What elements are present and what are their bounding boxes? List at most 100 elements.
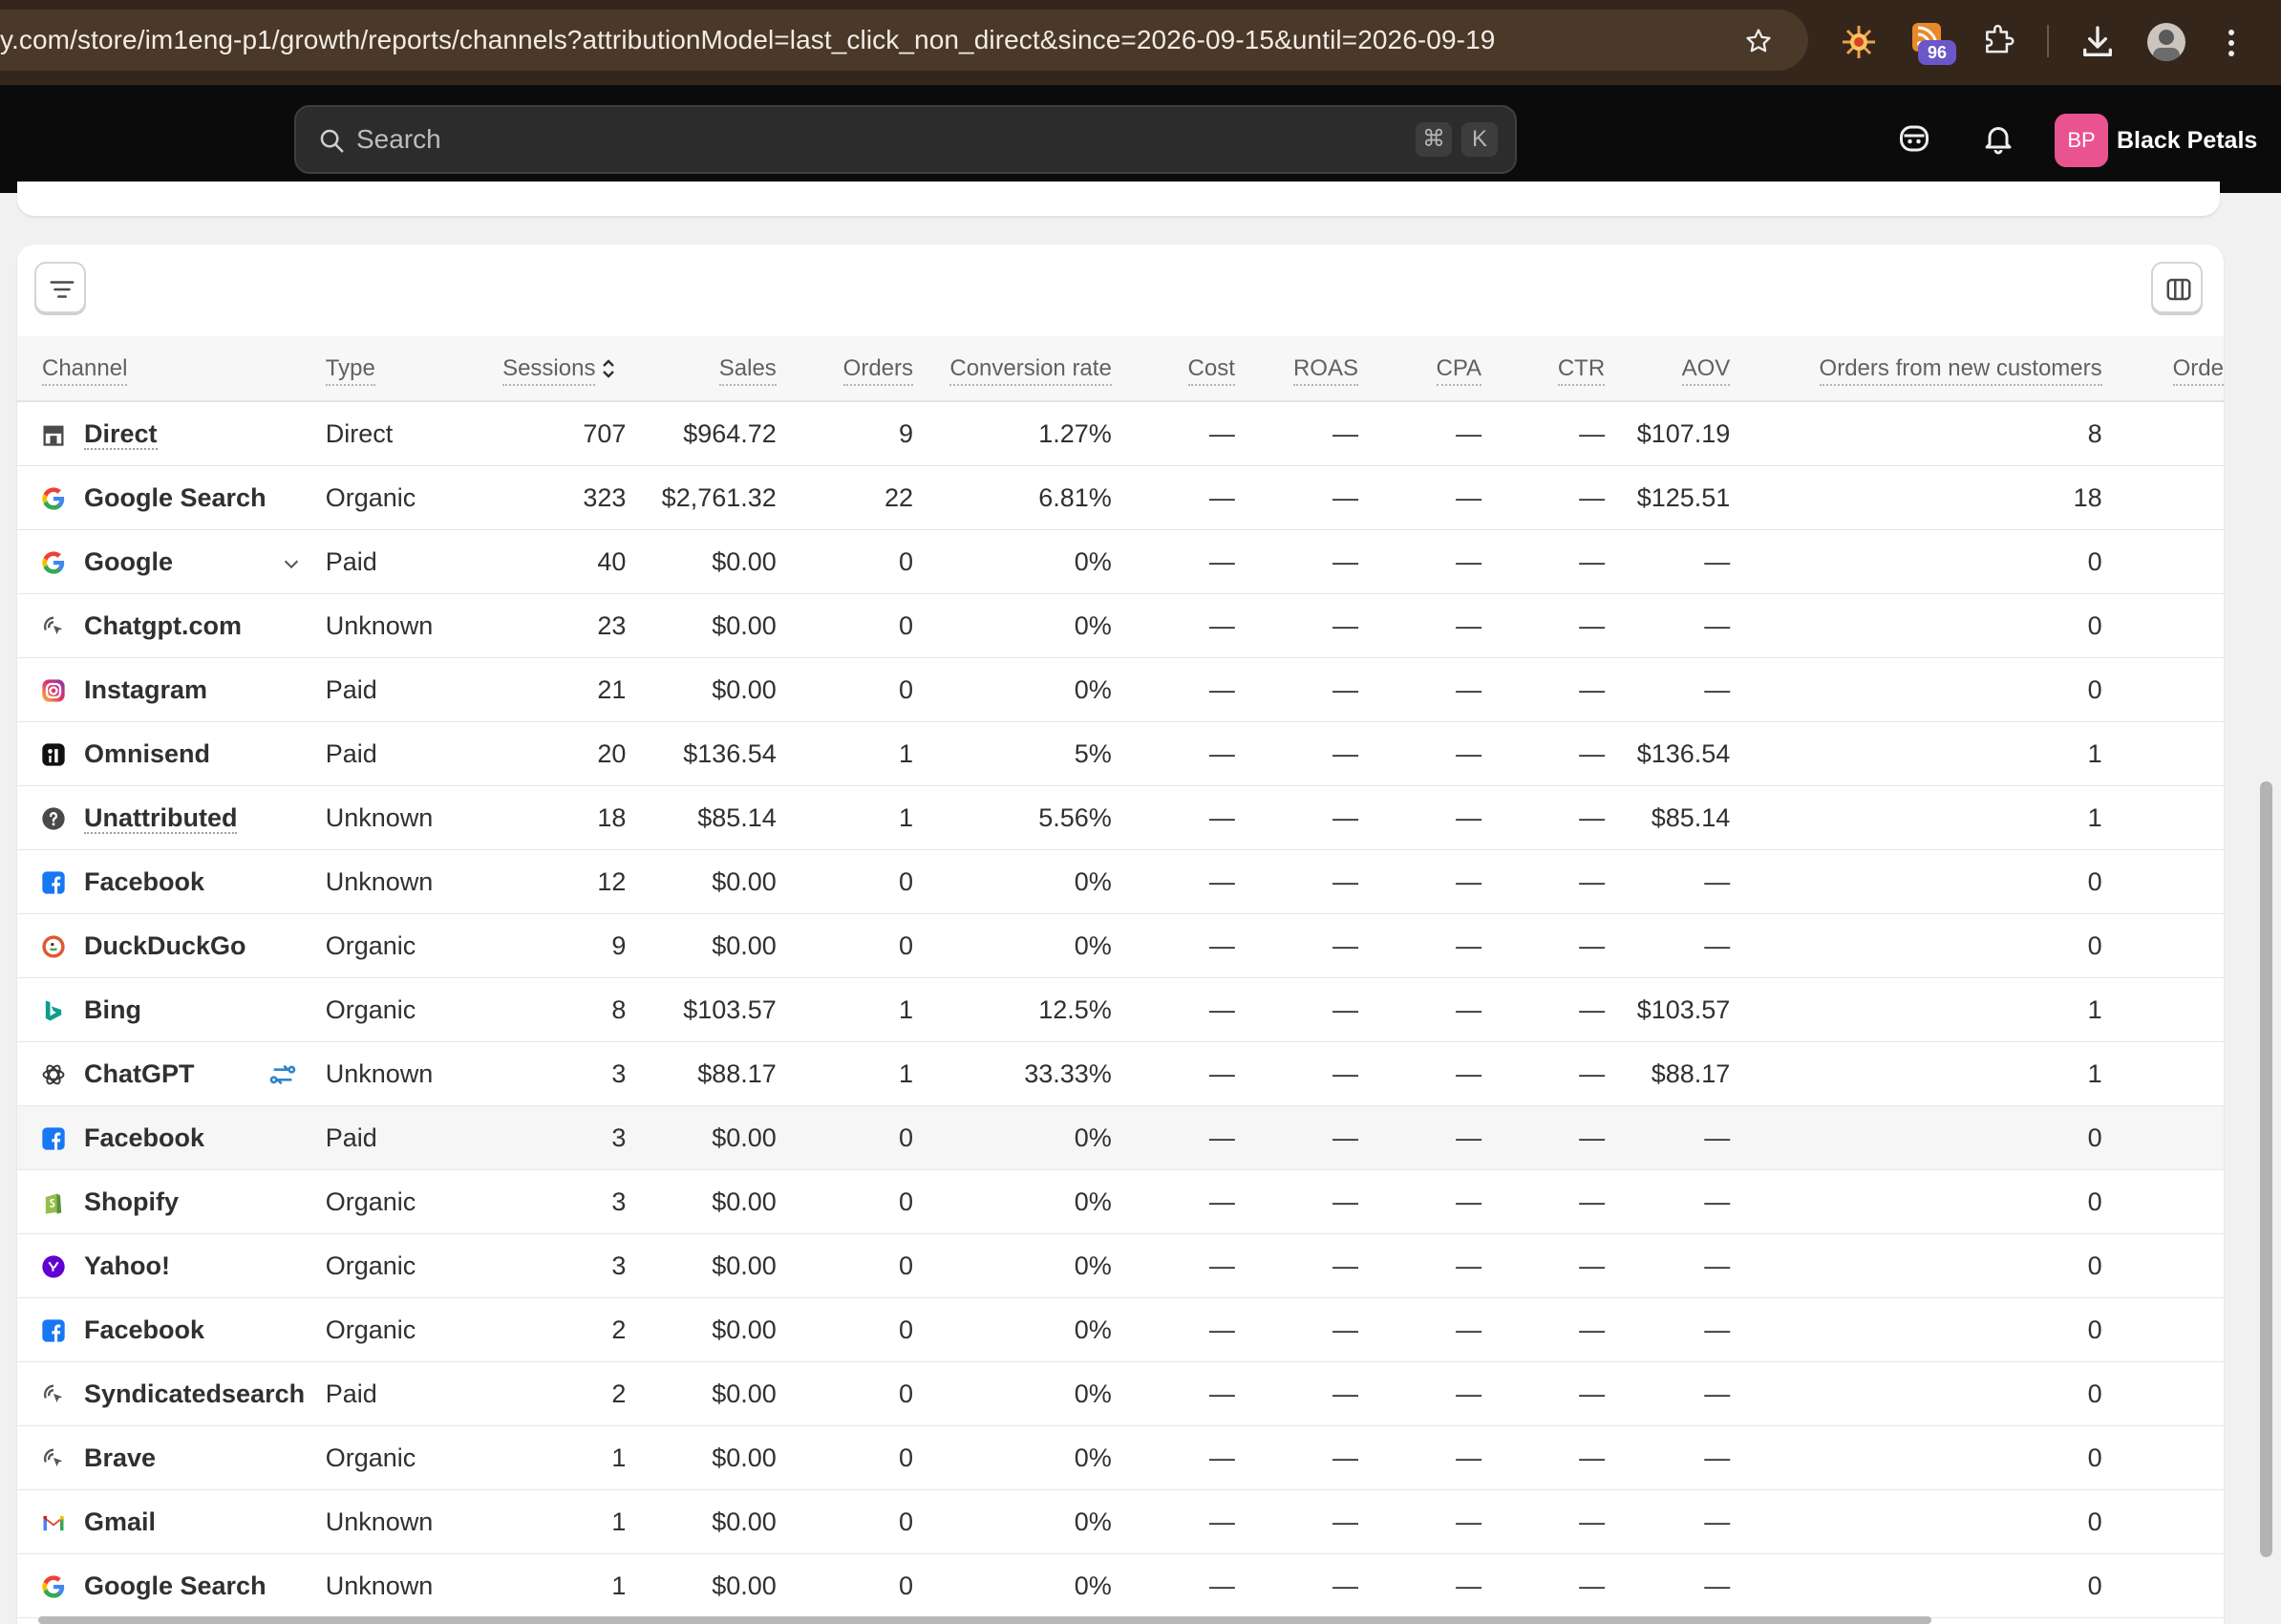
table-row[interactable]: Syndicatedsearch Paid 2 $0.00 0 0% — — — — —0 [17, 1361, 2224, 1426]
cell-channel[interactable]: Omnisend [17, 721, 326, 786]
channel-name[interactable]: Direct [84, 402, 158, 465]
cell-channel[interactable]: Bing [17, 977, 326, 1042]
col-header-orders[interactable]: Orders [776, 336, 914, 402]
store-name[interactable]: Black Petals [2117, 114, 2257, 167]
url-text[interactable]: y.com/store/im1eng-p1/growth/reports/cha… [0, 10, 1495, 71]
puzzle-extensions-icon[interactable] [1981, 23, 2017, 59]
cell-sessions: 18 [470, 785, 627, 850]
channel-name[interactable]: Bing [84, 978, 141, 1041]
channel-name[interactable]: ChatGPT [84, 1042, 195, 1105]
search-input[interactable]: Search ⌘ K [294, 105, 1517, 174]
table-row[interactable]: Google Search Organic 323 $2,761.32 22 6.81% —… [17, 465, 2224, 530]
horizontal-scrollbar[interactable] [38, 1616, 1931, 1624]
channel-name[interactable]: Shopify [84, 1170, 179, 1233]
cell-orders: 0 [776, 913, 914, 978]
table-row[interactable]: Shopify Organic 3 $0.00 0 0% — — — — —0 [17, 1169, 2224, 1234]
cell-conv: 33.33% [913, 1041, 1112, 1106]
col-header-sales[interactable]: Sales [626, 336, 777, 402]
cell-cpa: — [1357, 1169, 1482, 1234]
columns-button[interactable] [2151, 262, 2203, 313]
cell-channel[interactable]: Facebook [17, 1105, 326, 1170]
col-header-conversion-rate[interactable]: Conversion rate [913, 336, 1112, 402]
col-header-sessions[interactable]: Sessions [470, 336, 627, 402]
col-header-orders-2[interactable]: Orders [2101, 336, 2224, 402]
cell-channel[interactable]: DuckDuckGo [17, 913, 326, 978]
vertical-scrollbar[interactable] [2260, 781, 2272, 1557]
table-row[interactable]: Yahoo! Organic 3 $0.00 0 0% — — — — —0 [17, 1233, 2224, 1298]
notification-bell-icon[interactable] [1981, 121, 2015, 156]
sun-extension-icon[interactable] [1840, 23, 1878, 61]
assistant-face-icon[interactable] [1897, 121, 1931, 156]
table-row[interactable]: Brave Organic 1 $0.00 0 0% — — — — —0 [17, 1425, 2224, 1490]
cell-channel[interactable]: Brave [17, 1425, 326, 1490]
table-row[interactable]: Unattributed Unknown 18 $85.14 1 5.56% — — — — $85… [17, 785, 2224, 850]
profile-avatar[interactable] [2147, 23, 2185, 61]
store-avatar[interactable]: BP [2055, 114, 2108, 167]
cell-cost: — [1111, 913, 1235, 978]
download-icon[interactable] [2078, 23, 2117, 61]
table-row[interactable]: Google Paid 40 $0.00 0 0% — — — — —0 [17, 529, 2224, 594]
table-row[interactable]: Omnisend Paid 20 $136.54 1 5% — — — — $136.54 1 [17, 721, 2224, 786]
address-bar[interactable]: y.com/store/im1eng-p1/growth/reports/cha… [0, 10, 1808, 71]
cell-channel[interactable]: Chatgpt.com [17, 593, 326, 658]
table-row[interactable]: ChatGPT Unknown 3 $88.17 1 33.33% — — — — $88.17 1 [17, 1041, 2224, 1106]
channel-name[interactable]: Yahoo! [84, 1234, 170, 1297]
cell-channel[interactable]: Direct [17, 401, 326, 466]
channel-name[interactable]: Google [84, 530, 173, 593]
col-header-ctr[interactable]: CTR [1482, 336, 1606, 402]
col-header-cost[interactable]: Cost [1111, 336, 1235, 402]
col-header-new-customer-orders[interactable]: Orders from new customers [1730, 336, 2102, 402]
channel-name[interactable]: Facebook [84, 1298, 204, 1361]
table-row[interactable]: Instagram Paid 21 $0.00 0 0% — — — — —0 [17, 657, 2224, 722]
cell-channel[interactable]: Facebook [17, 849, 326, 914]
table-row[interactable]: DuckDuckGo Organic 9 $0.00 0 0% — — — — —0 [17, 913, 2224, 978]
chevron-down-icon[interactable] [281, 553, 302, 574]
col-header-roas[interactable]: ROAS [1234, 336, 1358, 402]
col-header-aov[interactable]: AOV [1605, 336, 1731, 402]
channel-name[interactable]: Brave [84, 1426, 156, 1489]
kebab-menu-icon[interactable] [2224, 27, 2239, 61]
cell-channel[interactable]: Shopify [17, 1169, 326, 1234]
channel-name[interactable]: Instagram [84, 658, 207, 721]
question-icon [40, 805, 67, 832]
table-row[interactable]: Google Search Unknown 1 $0.00 0 0% — — — — —0 [17, 1553, 2224, 1618]
channel-name[interactable]: Unattributed [84, 786, 238, 849]
table-row[interactable]: Bing Organic 8 $103.57 1 12.5% — — — — $103.57 1 [17, 977, 2224, 1042]
table-row[interactable]: Facebook Paid 3 $0.00 0 0% — — — — —0 [17, 1105, 2224, 1170]
channel-name[interactable]: Facebook [84, 1106, 204, 1169]
cell-channel[interactable]: ChatGPT [17, 1041, 326, 1106]
col-header-channel[interactable]: Channel [17, 336, 326, 402]
col-header-type[interactable]: Type [325, 336, 471, 402]
cell-orders-2 [2101, 1361, 2224, 1426]
channel-name[interactable]: Facebook [84, 850, 204, 913]
cell-ctr: — [1482, 977, 1606, 1042]
cell-channel[interactable]: Facebook [17, 1297, 326, 1362]
cell-channel[interactable]: Unattributed [17, 785, 326, 850]
cell-roas: — [1234, 1361, 1358, 1426]
channel-name[interactable]: Syndicatedsearch [84, 1362, 305, 1425]
cell-channel[interactable]: Gmail [17, 1489, 326, 1554]
bookmark-star-icon[interactable] [1744, 27, 1773, 55]
channel-name[interactable]: DuckDuckGo [84, 914, 246, 977]
cell-channel[interactable]: Instagram [17, 657, 326, 722]
cell-channel[interactable]: Yahoo! [17, 1233, 326, 1298]
table-row[interactable]: Chatgpt.com Unknown 23 $0.00 0 0% — — — — —0 [17, 593, 2224, 658]
table-row[interactable]: Gmail Unknown 1 $0.00 0 0% — — — — —0 [17, 1489, 2224, 1554]
sync-arrows-icon[interactable] [267, 1059, 298, 1090]
channel-name[interactable]: Chatgpt.com [84, 594, 242, 657]
channel-name[interactable]: Google Search [84, 466, 266, 529]
cell-channel[interactable]: Google [17, 529, 326, 594]
table-row[interactable]: Facebook Unknown 12 $0.00 0 0% — — — — —0 [17, 849, 2224, 914]
channel-name[interactable]: Google Search [84, 1554, 266, 1617]
cell-channel[interactable]: Google Search [17, 1553, 326, 1618]
shortcut-k-key: K [1461, 122, 1498, 157]
col-header-cpa[interactable]: CPA [1357, 336, 1482, 402]
cell-channel[interactable]: Syndicatedsearch [17, 1361, 326, 1426]
channel-name[interactable]: Gmail [84, 1490, 156, 1553]
filter-button[interactable] [34, 262, 86, 313]
cell-channel[interactable]: Google Search [17, 465, 326, 530]
table-row[interactable]: Direct Direct 707 $964.72 9 1.27% — — — — $107.19 8 [17, 401, 2224, 466]
channel-name[interactable]: Omnisend [84, 722, 210, 785]
table-row[interactable]: Facebook Organic 2 $0.00 0 0% — — — — —0 [17, 1297, 2224, 1362]
cell-cost: — [1111, 1425, 1235, 1490]
